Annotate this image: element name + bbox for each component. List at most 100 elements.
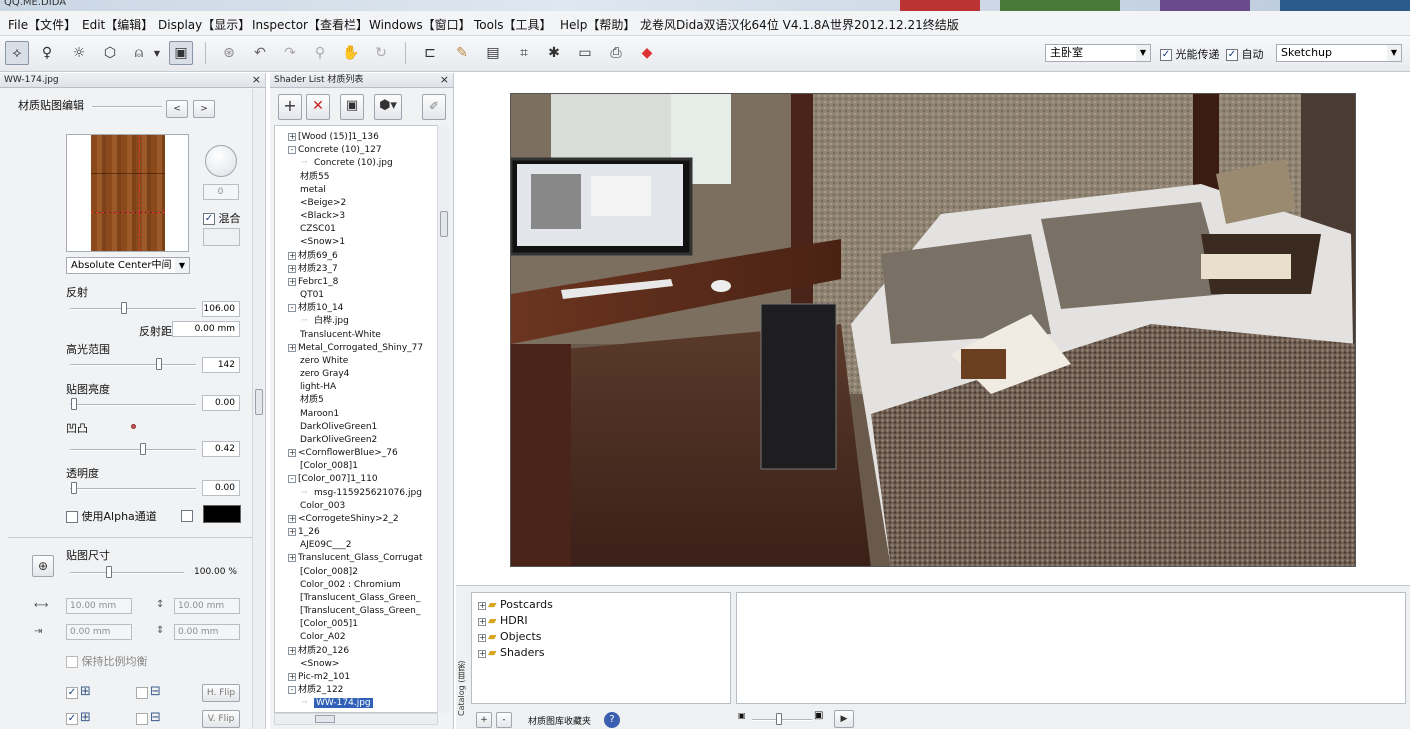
shader-tree-item[interactable]: + Translucent_Glass_Corrugat	[288, 552, 423, 565]
reflect-slider-track[interactable]	[70, 308, 196, 310]
editor-scrollbar-thumb[interactable]	[255, 389, 263, 415]
expand-icon[interactable]: +	[288, 133, 296, 141]
shader-scrollbar-thumb[interactable]	[440, 211, 448, 237]
size-slider-thumb[interactable]	[106, 566, 112, 578]
shader-tree-item[interactable]: 材质5	[288, 394, 324, 407]
collapse-icon[interactable]: -	[288, 304, 296, 313]
frame-icon[interactable]: ⊏	[418, 41, 442, 65]
shader-tree-item[interactable]: [Color_008]1	[288, 460, 358, 473]
shader-tree-item[interactable]: zero White	[288, 355, 348, 368]
menu-tools[interactable]: Tools【工具】	[474, 16, 552, 33]
orbit-icon[interactable]: ↻	[369, 41, 393, 65]
catalog-item-objects[interactable]: + ▰ Objects	[478, 630, 542, 643]
light-icon[interactable]: ♀	[35, 41, 59, 65]
keep-ratio-toggle[interactable]: 保持比例均衡	[66, 653, 148, 669]
size-slider-track[interactable]	[70, 572, 184, 574]
reflect-distance-value[interactable]: 0.00 mm	[172, 321, 240, 337]
bump-slider-thumb[interactable]	[140, 443, 146, 455]
editor-scrollbar[interactable]	[252, 89, 264, 729]
mix-toggle[interactable]: ✓ 混合	[203, 210, 241, 226]
offset-y-value[interactable]: 0.00 mm	[174, 624, 240, 640]
import-shader-icon[interactable]: ▣	[340, 94, 364, 120]
shader-tree-item[interactable]: Color_002 : Chromium	[288, 579, 401, 592]
shader-tree-item[interactable]: ┈ 白桦.jpg	[302, 315, 349, 328]
brightness-slider-track[interactable]	[70, 404, 196, 406]
catalog-item-shaders[interactable]: + ▰ Shaders	[478, 646, 545, 659]
render-icon[interactable]: ▤	[481, 41, 505, 65]
undo-icon[interactable]: ↶	[248, 41, 272, 65]
shader-tree-item[interactable]: [Color_005]1	[288, 618, 358, 631]
sun-icon[interactable]: ☼	[67, 41, 91, 65]
brightness-slider-thumb[interactable]	[71, 398, 77, 410]
hflip-button[interactable]: H. Flip	[202, 684, 240, 702]
tile-x-checkbox[interactable]: ✓	[66, 687, 78, 699]
keep-ratio-checkbox[interactable]	[66, 656, 78, 668]
catalog-preview-area[interactable]	[736, 592, 1406, 704]
shader-tree-item[interactable]: zero Gray4	[288, 368, 349, 381]
mirror-x-checkbox[interactable]	[136, 687, 148, 699]
redo-icon[interactable]: ↷	[278, 41, 302, 65]
sketchup-icon[interactable]: ◆	[635, 41, 659, 65]
shader-tree-item[interactable]: - 材质10_14	[288, 302, 343, 315]
collapse-icon[interactable]: -	[288, 686, 296, 695]
menu-windows[interactable]: Windows【窗口】	[369, 16, 471, 33]
radiosity-toggle[interactable]: ✓ 光能传递	[1160, 46, 1220, 62]
shader-tree-item[interactable]: + [Wood (15)]1_136	[288, 131, 379, 144]
shader-tree-item[interactable]: + Febrc1_8	[288, 276, 338, 289]
mirror-y-checkbox[interactable]	[136, 713, 148, 725]
catalog-remove-button[interactable]: -	[496, 712, 512, 728]
shader-hscrollbar[interactable]	[274, 713, 438, 725]
chevron-down-icon[interactable]: ▼	[151, 41, 163, 65]
menu-edit[interactable]: Edit【编辑】	[82, 16, 153, 33]
shader-tree-item[interactable]: + 材质23_7	[288, 263, 338, 276]
shader-tree-item[interactable]: [Translucent_Glass_Green_	[288, 605, 420, 618]
offset-x-value[interactable]: 0.00 mm	[66, 624, 132, 640]
shader-tree-item[interactable]: - 材质2_122	[288, 684, 343, 697]
palette-icon[interactable]: ✎	[450, 41, 474, 65]
catalog-item-hdri[interactable]: + ▰ HDRI	[478, 614, 528, 627]
menu-help[interactable]: Help【帮助】	[560, 16, 635, 33]
tile-y-checkbox[interactable]: ✓	[66, 713, 78, 725]
alpha-extra-checkbox[interactable]	[181, 510, 193, 522]
expand-icon[interactable]: +	[288, 449, 296, 458]
expand-icon[interactable]: +	[288, 514, 296, 523]
expand-icon[interactable]: +	[288, 672, 296, 681]
scene-select[interactable]: 主卧室 ▼	[1045, 44, 1151, 62]
shader-tree-item[interactable]: light-HA	[288, 381, 336, 394]
shader-tree-item[interactable]: <Snow>	[288, 658, 339, 671]
width-value[interactable]: 10.00 mm	[66, 598, 132, 614]
thumb-size-slider-track[interactable]	[752, 719, 812, 721]
prev-button[interactable]: <	[166, 100, 188, 118]
camera-icon[interactable]: ⍝	[127, 41, 151, 65]
shader-tree-item[interactable]: Maroon1	[288, 408, 339, 421]
shader-tree-item[interactable]: +1_26	[288, 526, 320, 539]
highlight-value[interactable]: 142	[202, 357, 240, 373]
height-value[interactable]: 10.00 mm	[174, 598, 240, 614]
expand-icon[interactable]: +	[288, 343, 296, 352]
help-icon[interactable]: ?	[604, 712, 620, 728]
shader-tree-item[interactable]: ┈ msg-115925621076.jpg	[302, 487, 422, 500]
radiosity-checkbox[interactable]: ✓	[1160, 49, 1172, 61]
menu-file[interactable]: File【文件】	[8, 16, 76, 33]
texture-preview[interactable]	[66, 134, 189, 252]
object-icon[interactable]: ⬡	[98, 41, 122, 65]
shader-tree-item[interactable]: AJE09C___2	[288, 539, 351, 552]
thumb-size-slider-thumb[interactable]	[776, 713, 782, 725]
menu-inspector[interactable]: Inspector【查看栏】	[252, 16, 368, 33]
shader-tree-item[interactable]: + <CorrogeteShiny>2_2	[288, 513, 399, 526]
preview-sphere[interactable]	[205, 145, 237, 177]
projection-select[interactable]: Absolute Center中间 ▼	[66, 257, 190, 274]
render-image[interactable]	[510, 93, 1356, 567]
transparency-value[interactable]: 0.00	[202, 480, 240, 496]
catalog-add-button[interactable]: +	[476, 712, 492, 728]
transparency-slider-thumb[interactable]	[71, 482, 77, 494]
play-button[interactable]: ▶	[834, 710, 854, 728]
shader-tree-item[interactable]: <Black>3	[288, 210, 345, 223]
shader-tree-item[interactable]: Color_003	[288, 500, 345, 513]
render-viewport[interactable]	[456, 74, 1410, 584]
expand-icon[interactable]: +	[288, 528, 296, 537]
shader-tree-item[interactable]: 材质55	[288, 171, 329, 184]
shader-tree-item[interactable]: + 材质69_6	[288, 250, 338, 263]
shader-tree-item[interactable]: Translucent-White	[288, 329, 381, 342]
next-button[interactable]: >	[193, 100, 215, 118]
